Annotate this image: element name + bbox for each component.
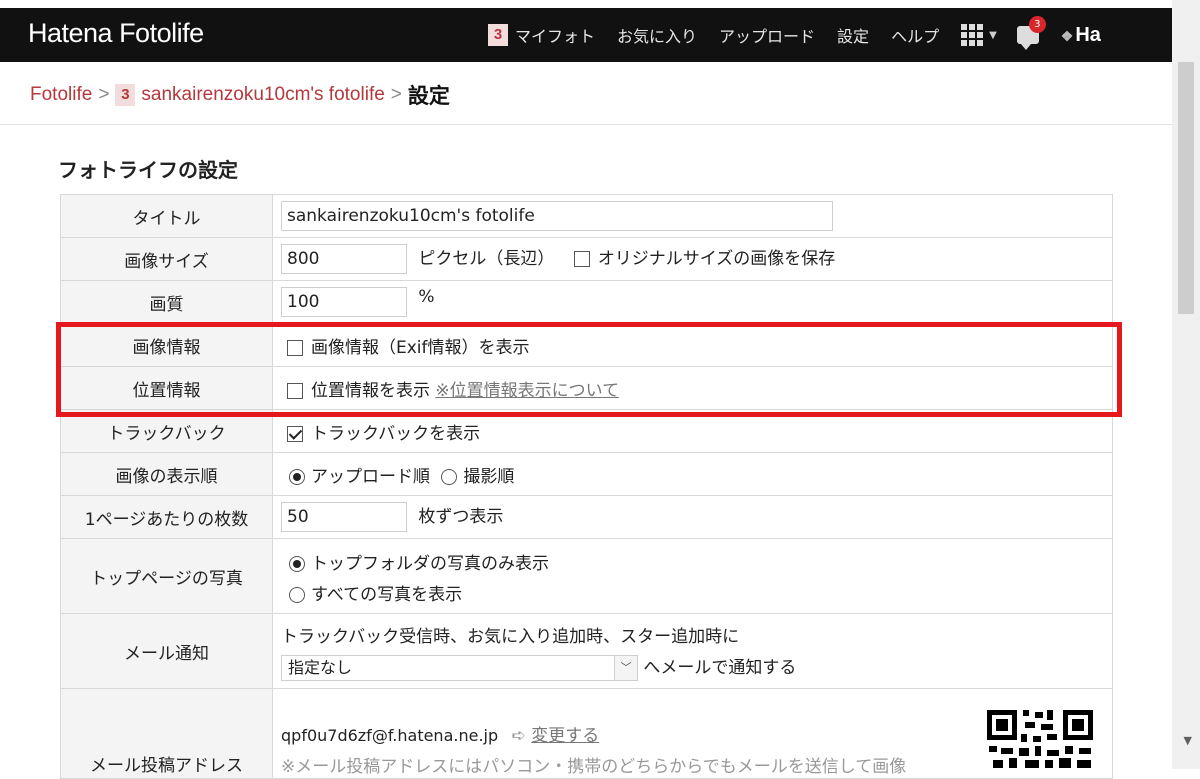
setting-label: 画像の表示順 xyxy=(60,452,273,496)
hatena-fotolife-logo[interactable]: Hatena Fotolife xyxy=(28,18,204,49)
mail-post-address: qpf0u7d6zf@f.hatena.ne.jp xyxy=(281,726,499,745)
setting-label: 画像情報 xyxy=(60,323,273,367)
arrow-right-icon: ➪ xyxy=(511,726,526,746)
image-size-input[interactable]: 800 xyxy=(281,244,407,274)
setting-label: タイトル xyxy=(60,194,273,238)
order-shot-label[interactable]: 撮影順 xyxy=(463,467,514,487)
setting-row-exif: 画像情報 画像情報（Exif情報）を表示 xyxy=(60,323,1113,367)
hatena-brand-link[interactable]: ❖ Ha xyxy=(1061,24,1101,47)
setting-row-trackback: トラックバック トラックバックを表示 xyxy=(60,409,1113,453)
mail-notify-description: トラックバック受信時、お気に入り追加時、スター追加時に xyxy=(281,626,740,647)
setting-label: メール通知 xyxy=(60,613,273,689)
image-size-unit: ピクセル（長辺） xyxy=(418,249,555,269)
order-shot-radio[interactable] xyxy=(441,468,458,485)
save-original-checkbox[interactable] xyxy=(573,251,590,267)
header-nav: 3 マイフォト お気に入り アップロード 設定 ヘルプ ▼ 3 ❖ Ha xyxy=(488,16,1101,50)
breadcrumb: Fotolife > 3 sankairenzoku10cm's fotolif… xyxy=(30,80,450,110)
per-page-input[interactable]: 50 xyxy=(281,502,407,532)
setting-row-image-size: 画像サイズ 800 ピクセル（長辺） オリジナルサイズの画像を保存 xyxy=(60,237,1113,281)
nav-help[interactable]: ヘルプ xyxy=(891,23,939,47)
page-title: フォトライフの設定 xyxy=(58,158,238,182)
setting-row-order: 画像の表示順 アップロード順 撮影順 xyxy=(60,452,1113,496)
exif-checkbox[interactable] xyxy=(287,339,303,356)
setting-label: 画質 xyxy=(60,280,273,324)
setting-row-mail-notify: メール通知 トラックバック受信時、お気に入り追加時、スター追加時に 指定なし ﹀ … xyxy=(60,613,1113,689)
breadcrumb-separator: > xyxy=(390,84,402,105)
setting-row-mail-post: メール投稿アドレス qpf0u7d6zf@f.hatena.ne.jp ➪ 変更… xyxy=(60,688,1113,779)
setting-label: トップページの写真 xyxy=(60,538,273,614)
change-address-link[interactable]: 変更する xyxy=(531,726,599,746)
setting-label: 位置情報 xyxy=(60,366,273,410)
breadcrumb-separator: > xyxy=(98,84,110,105)
order-upload-label[interactable]: アップロード順 xyxy=(311,467,430,487)
setting-label: 1ページあたりの枚数 xyxy=(60,495,273,539)
trackback-option-label[interactable]: トラックバックを表示 xyxy=(311,424,480,444)
location-info-link[interactable]: ※位置情報表示について xyxy=(435,381,619,401)
title-input[interactable]: sankairenzoku10cm's fotolife xyxy=(281,201,833,231)
per-page-unit: 枚ずつ表示 xyxy=(418,507,504,527)
setting-row-quality: 画質 100 % xyxy=(60,280,1113,324)
nav-settings[interactable]: 設定 xyxy=(837,23,869,47)
quality-unit: % xyxy=(418,287,435,307)
mail-notify-select[interactable]: 指定なし ﹀ xyxy=(281,654,638,681)
setting-row-per-page: 1ページあたりの枚数 50 枚ずつ表示 xyxy=(60,495,1113,539)
location-checkbox[interactable] xyxy=(287,382,303,399)
top-navigation-bar: Hatena Fotolife 3 マイフォト お気に入り アップロード 設定 … xyxy=(0,0,1172,62)
setting-row-location: 位置情報 位置情報を表示 ※位置情報表示について xyxy=(60,366,1113,410)
all-photos-label[interactable]: すべての写真を表示 xyxy=(311,585,462,605)
setting-label: 画像サイズ xyxy=(60,237,273,281)
all-photos-radio[interactable] xyxy=(289,587,305,603)
user-badge-icon[interactable]: 3 xyxy=(488,24,508,46)
settings-table: タイトル sankairenzoku10cm's fotolife 画像サイズ … xyxy=(60,194,1113,779)
vertical-scrollbar[interactable]: ▼ xyxy=(1172,0,1200,769)
order-upload-radio[interactable] xyxy=(289,468,305,485)
setting-label: トラックバック xyxy=(60,409,273,453)
qr-code-icon xyxy=(987,710,1093,768)
setting-row-top-photos: トップページの写真 トップフォルダの写真のみ表示 すべての写真を表示 xyxy=(60,538,1113,614)
breadcrumb-user-link[interactable]: sankairenzoku10cm's fotolife xyxy=(141,84,384,106)
setting-label: メール投稿アドレス xyxy=(60,688,273,779)
save-original-label[interactable]: オリジナルサイズの画像を保存 xyxy=(598,249,836,269)
chevron-down-icon[interactable]: ▼ xyxy=(989,30,997,41)
top-folder-radio[interactable] xyxy=(289,556,305,572)
apps-grid-icon[interactable] xyxy=(961,24,984,46)
notification-button[interactable]: 3 xyxy=(1016,16,1046,50)
breadcrumb-fotolife-link[interactable]: Fotolife xyxy=(30,84,92,106)
hatena-mark-icon: ❖ xyxy=(1060,27,1074,44)
mail-notify-suffix: へメールで通知する xyxy=(643,657,797,678)
divider xyxy=(0,124,1172,125)
chevron-down-icon[interactable]: ﹀ xyxy=(614,655,637,680)
setting-row-title: タイトル sankairenzoku10cm's fotolife xyxy=(60,194,1113,238)
user-badge-icon: 3 xyxy=(115,84,136,106)
nav-my-photo[interactable]: マイフォト xyxy=(515,23,595,47)
exif-option-label[interactable]: 画像情報（Exif情報）を表示 xyxy=(311,338,530,358)
scrollbar-thumb[interactable] xyxy=(1178,62,1194,314)
scroll-down-arrow-icon[interactable]: ▼ xyxy=(1184,734,1192,747)
top-folder-label[interactable]: トップフォルダの写真のみ表示 xyxy=(311,554,549,574)
trackback-checkbox[interactable] xyxy=(287,425,303,442)
breadcrumb-current: 設定 xyxy=(407,85,450,108)
notification-count-badge: 3 xyxy=(1028,16,1046,33)
mail-post-note: ※メール投稿アドレスにはパソコン・携帯のどちらからでもメールを送信して画像 xyxy=(281,757,907,777)
nav-favorites[interactable]: お気に入り xyxy=(617,23,697,47)
nav-upload[interactable]: アップロード xyxy=(719,23,815,47)
location-option-label[interactable]: 位置情報を表示 xyxy=(311,381,430,401)
quality-input[interactable]: 100 xyxy=(281,287,407,317)
